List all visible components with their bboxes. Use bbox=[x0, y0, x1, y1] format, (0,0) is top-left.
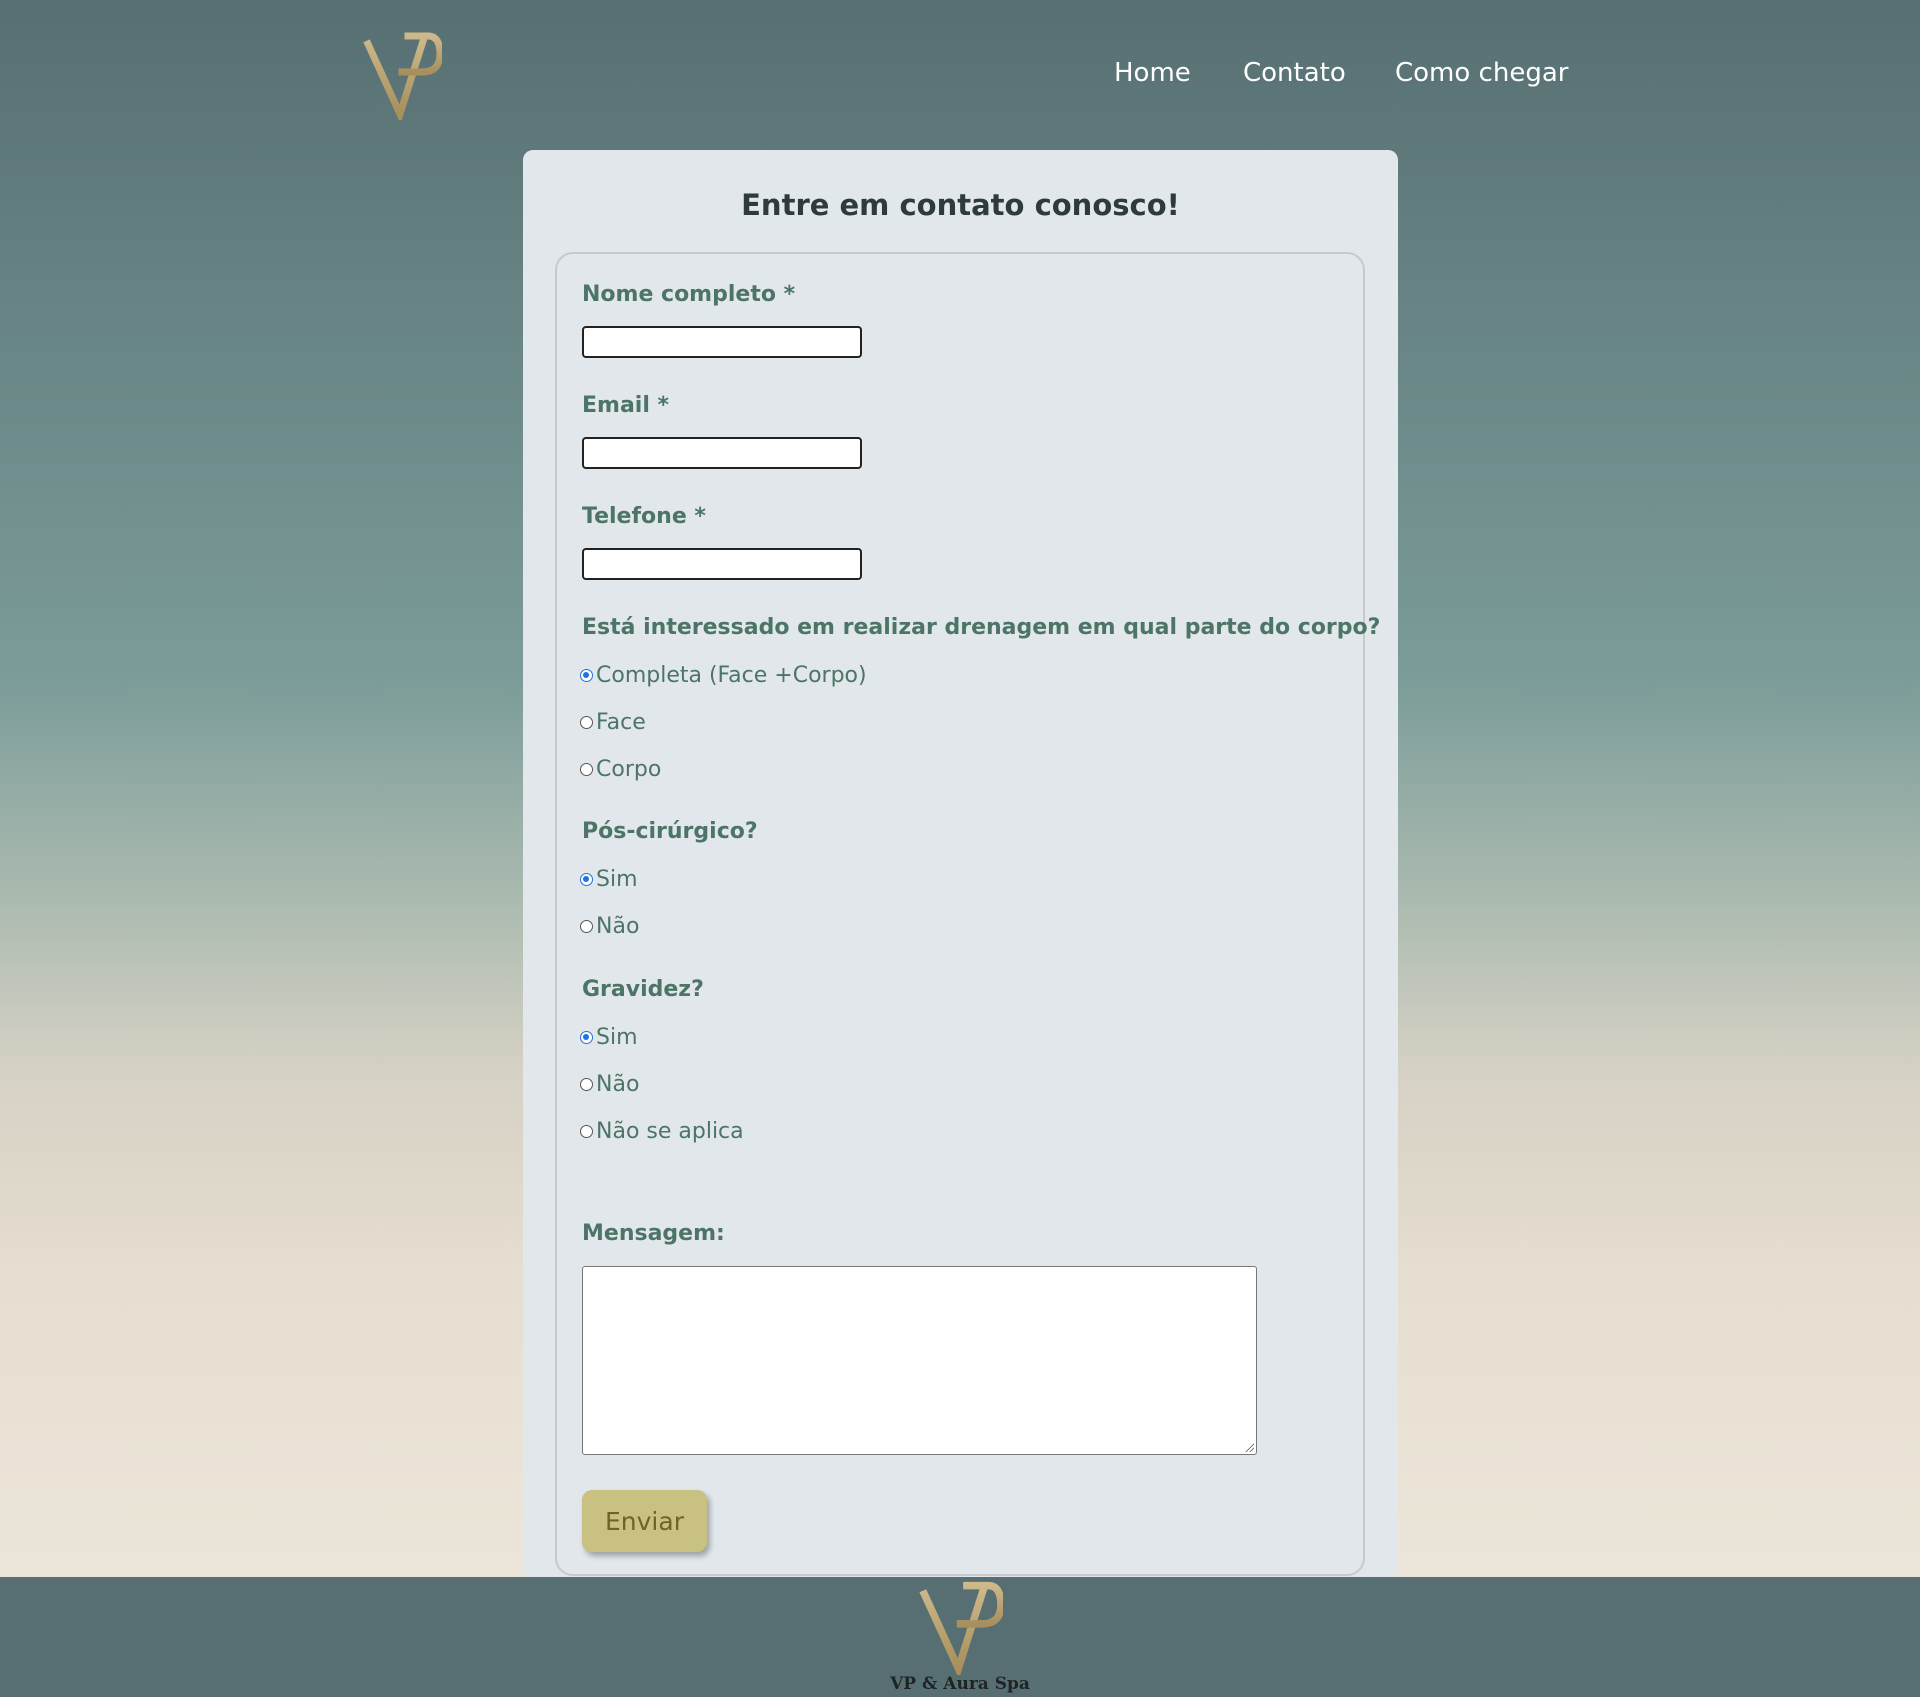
radio-button[interactable] bbox=[580, 1078, 593, 1091]
nav-como-chegar-link[interactable]: Como chegar bbox=[1395, 58, 1568, 88]
top-navigation: Home Contato Como chegar bbox=[0, 0, 1920, 150]
form-title: Entre em contato conosco! bbox=[741, 188, 1180, 222]
nav-contato-link[interactable]: Contato bbox=[1243, 58, 1346, 88]
post-surgical-option-sim[interactable]: Sim bbox=[580, 867, 638, 892]
resize-handle-icon[interactable] bbox=[1244, 1442, 1254, 1452]
message-label: Mensagem: bbox=[582, 1221, 725, 1246]
name-label: Nome completo * bbox=[582, 282, 796, 307]
footer-brand: VP & Aura Spa bbox=[890, 1674, 1030, 1694]
radio-button[interactable] bbox=[580, 1031, 593, 1044]
pregnancy-question: Gravidez? bbox=[582, 977, 704, 1002]
post-surgical-question: Pós-cirúrgico? bbox=[582, 819, 758, 844]
option-label: Completa (Face +Corpo) bbox=[596, 663, 867, 688]
option-label: Não se aplica bbox=[596, 1119, 744, 1144]
email-label: Email * bbox=[582, 393, 670, 418]
post-surgical-option-nao[interactable]: Não bbox=[580, 914, 639, 939]
footer-logo-icon bbox=[919, 1581, 1003, 1675]
option-label: Face bbox=[596, 710, 646, 735]
drainage-option-face[interactable]: Face bbox=[580, 710, 646, 735]
drainage-option-completa[interactable]: Completa (Face +Corpo) bbox=[580, 663, 867, 688]
option-label: Corpo bbox=[596, 757, 662, 782]
contact-card: Entre em contato conosco! Nome completo … bbox=[523, 150, 1398, 1577]
option-label: Sim bbox=[596, 867, 638, 892]
email-field[interactable] bbox=[582, 437, 862, 469]
option-label: Sim bbox=[596, 1025, 638, 1050]
contact-form: Nome completo * Email * Telefone * Está … bbox=[555, 252, 1380, 1576]
pregnancy-option-nao[interactable]: Não bbox=[580, 1072, 639, 1097]
nav-home-link[interactable]: Home bbox=[1114, 58, 1191, 88]
option-label: Não bbox=[596, 914, 640, 939]
pregnancy-option-sim[interactable]: Sim bbox=[580, 1025, 638, 1050]
radio-button[interactable] bbox=[580, 763, 593, 776]
phone-field[interactable] bbox=[582, 548, 862, 580]
radio-button[interactable] bbox=[580, 716, 593, 729]
phone-label: Telefone * bbox=[582, 504, 706, 529]
radio-button[interactable] bbox=[580, 669, 593, 682]
submit-button[interactable]: Enviar bbox=[582, 1490, 707, 1552]
drainage-option-corpo[interactable]: Corpo bbox=[580, 757, 661, 782]
option-label: Não bbox=[596, 1072, 640, 1097]
message-textarea[interactable] bbox=[582, 1266, 1257, 1455]
radio-button[interactable] bbox=[580, 873, 593, 886]
drainage-question: Está interessado em realizar drenagem em… bbox=[582, 615, 1381, 640]
pregnancy-option-nao-se-aplica[interactable]: Não se aplica bbox=[580, 1119, 744, 1144]
logo-icon[interactable] bbox=[362, 28, 442, 120]
radio-button[interactable] bbox=[580, 1125, 593, 1138]
footer: VP & Aura Spa bbox=[0, 1577, 1920, 1697]
name-field[interactable] bbox=[582, 326, 862, 358]
radio-button[interactable] bbox=[580, 920, 593, 933]
